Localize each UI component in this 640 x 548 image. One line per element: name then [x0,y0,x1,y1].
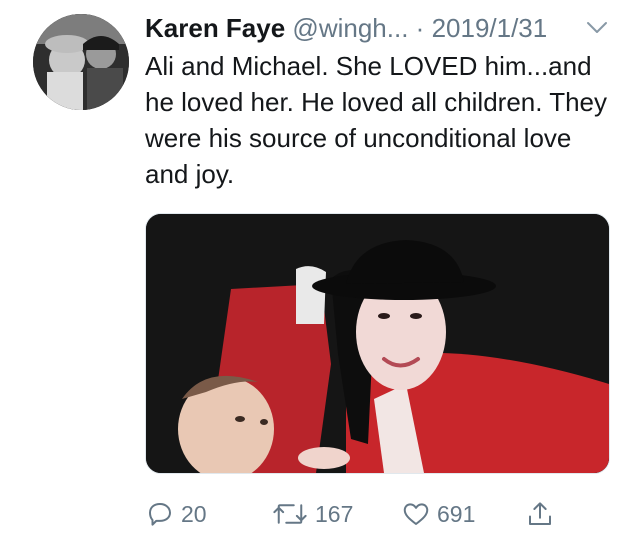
retweet-count: 167 [315,500,354,527]
retweet-button[interactable]: 167 [271,494,353,534]
tweet-date[interactable]: 2019/1/31 [432,13,548,43]
share-icon [529,502,551,525]
tweet-text: Ali and Michael. She LOVED him...and he … [145,51,608,189]
like-button[interactable]: 691 [401,494,475,534]
tweet-header: Karen Faye @wingh... · 2019/1/31 [145,10,615,46]
user-handle[interactable]: @wingh... [292,13,408,43]
photo-illustration [146,214,609,473]
reply-button[interactable]: 20 [145,494,207,534]
tweet-actions: 20 167 691 [145,494,615,534]
share-button[interactable] [525,494,561,534]
tweet-photo[interactable] [145,213,610,474]
reply-count: 20 [181,500,207,527]
display-name[interactable]: Karen Faye [145,13,285,43]
retweet-icon [273,504,307,524]
like-icon [403,503,429,525]
avatar-photo [33,14,129,110]
avatar[interactable] [33,14,129,110]
reply-icon [149,503,171,526]
like-count: 691 [437,500,476,527]
chevron-down-icon[interactable] [586,21,608,35]
header-separator: · [415,13,425,43]
